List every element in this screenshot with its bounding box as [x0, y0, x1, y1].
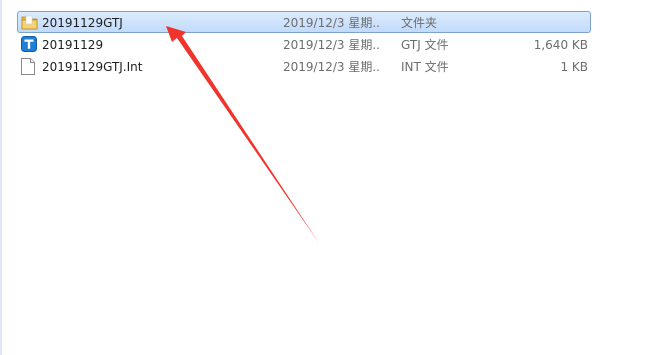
- file-name: 20191129GTJ.Int: [42, 60, 143, 74]
- file-row-int[interactable]: 20191129GTJ.Int 2019/12/3 星期... INT 文件 1…: [17, 55, 591, 77]
- file-type: GTJ 文件: [401, 38, 449, 52]
- file-list: 20191129GTJ 2019/12/3 星期... 文件夹 20191129…: [17, 11, 591, 77]
- document-icon: [21, 56, 39, 76]
- folder-icon: [21, 12, 39, 32]
- pane-left-border: [0, 0, 2, 355]
- file-size: 1,640 KB: [533, 38, 588, 52]
- file-type: INT 文件: [401, 60, 449, 74]
- file-date: 2019/12/3 星期...: [283, 60, 379, 74]
- file-type: 文件夹: [401, 16, 438, 30]
- file-date: 2019/12/3 星期...: [283, 16, 379, 30]
- file-name: 20191129: [42, 38, 104, 52]
- explorer-file-pane: 20191129GTJ 2019/12/3 星期... 文件夹 20191129…: [0, 0, 665, 355]
- file-row-folder[interactable]: 20191129GTJ 2019/12/3 星期... 文件夹: [17, 11, 591, 33]
- file-size: 1 KB: [560, 60, 588, 74]
- gtj-app-icon: [21, 34, 39, 54]
- file-date: 2019/12/3 星期...: [283, 38, 379, 52]
- file-name: 20191129GTJ: [42, 16, 123, 30]
- file-row-gtj[interactable]: 20191129 2019/12/3 星期... GTJ 文件 1,640 KB: [17, 33, 591, 55]
